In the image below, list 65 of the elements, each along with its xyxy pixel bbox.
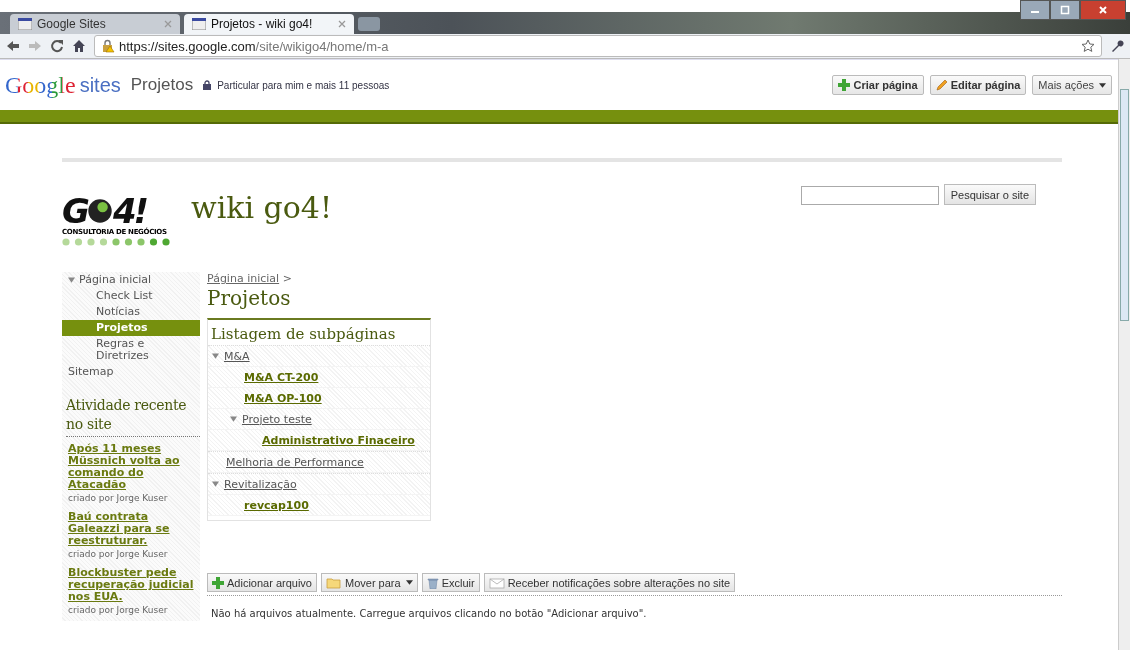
page-heading: Projetos xyxy=(207,286,292,310)
empty-message: Não há arquivos atualmente. Carregue arquivos clicando no botão "Adicionar arquivo". xyxy=(211,608,648,619)
home-icon[interactable] xyxy=(72,39,86,53)
minimize-button[interactable] xyxy=(1020,0,1050,20)
page-icon xyxy=(18,18,32,30)
address-bar[interactable]: https://sites.google.com/site/wikigo4/home/m-a xyxy=(94,35,1102,57)
subpage-link[interactable]: M&A xyxy=(224,349,250,363)
nav-link[interactable]: Notícias xyxy=(96,304,140,320)
activity-link[interactable]: Baú contrata Galeazzi para se reestruturar. xyxy=(68,511,200,547)
breadcrumb-link[interactable]: Página inicial xyxy=(207,272,280,285)
nav-link[interactable]: Página inicial xyxy=(79,272,152,288)
toolbar-button[interactable]: Editar página xyxy=(929,75,1027,95)
plus-icon xyxy=(838,79,851,91)
back-icon[interactable] xyxy=(6,39,20,53)
close-icon[interactable] xyxy=(164,20,172,28)
trash-icon xyxy=(426,576,439,589)
search-button[interactable]: Pesquisar o site xyxy=(943,184,1036,205)
subpage-link[interactable]: revcap100 xyxy=(244,498,309,512)
warning-lock-icon xyxy=(101,39,115,53)
pencil-icon xyxy=(935,79,948,91)
plus-icon xyxy=(212,576,224,589)
file-button[interactable]: Receber notificações sobre alterações no site xyxy=(483,573,736,592)
expanded-triangle-icon[interactable] xyxy=(68,277,75,283)
file-button[interactable]: Adicionar arquivo xyxy=(207,573,317,592)
file-button[interactable]: Excluir xyxy=(421,573,480,592)
sidebar-heading: Atividade recente no site xyxy=(66,396,200,437)
caret-icon xyxy=(1099,82,1106,88)
tab-title: Projetos - wiki go4! xyxy=(211,17,314,31)
browser-tab[interactable]: Projetos - wiki go4! xyxy=(184,14,354,34)
reload-icon[interactable] xyxy=(50,39,64,53)
scrollbar[interactable] xyxy=(1118,59,1130,650)
folder-icon xyxy=(326,576,342,589)
maximize-icon xyxy=(1060,5,1070,15)
close-icon[interactable] xyxy=(338,20,346,28)
browser-tab[interactable]: Google Sites xyxy=(10,14,180,34)
breadcrumb-separator: > xyxy=(282,272,292,285)
sharing-link[interactable]: Particular para mim e mais 11 pessoas xyxy=(217,79,390,91)
activity-byline: criado por Jorge Kuser xyxy=(68,605,169,615)
site-title[interactable]: wiki go4! xyxy=(191,190,332,225)
toolbar-button[interactable]: Mais ações xyxy=(1032,75,1112,95)
envelope-icon xyxy=(488,576,505,589)
activity-byline: criado por Jorge Kuser xyxy=(68,493,169,503)
file-button[interactable]: Mover para xyxy=(321,573,418,592)
expanded-triangle-icon[interactable] xyxy=(212,353,219,359)
nav-link[interactable]: Check List xyxy=(96,288,153,304)
activity-byline: criado por Jorge Kuser xyxy=(68,549,169,559)
activity-link[interactable]: Após 11 meses Müssnich volta ao comando do Atacadão xyxy=(68,443,200,491)
search-field[interactable] xyxy=(800,186,939,205)
page-icon xyxy=(192,18,206,30)
page-title: Projetos xyxy=(130,75,194,95)
maximize-button[interactable] xyxy=(1050,0,1080,20)
expanded-triangle-icon[interactable] xyxy=(212,481,219,487)
close-button[interactable] xyxy=(1080,0,1126,20)
sites-logo[interactable]: sites xyxy=(79,73,121,97)
tab-title: Google Sites xyxy=(37,17,107,31)
star-icon[interactable] xyxy=(1081,39,1095,53)
toolbar-button[interactable]: Criar página xyxy=(832,75,924,95)
nav-link[interactable]: Regras e Diretrizes xyxy=(96,336,196,364)
nav-link[interactable]: Sitemap xyxy=(68,364,114,380)
panel-title: Listagem de subpáginas xyxy=(210,324,397,345)
caret-icon xyxy=(405,580,413,585)
expanded-triangle-icon[interactable] xyxy=(230,416,237,422)
close-icon xyxy=(1098,5,1108,15)
lock-icon xyxy=(203,80,212,90)
activity-link[interactable]: Blockbuster pede recuperação judicial nos EUA. xyxy=(68,567,200,603)
